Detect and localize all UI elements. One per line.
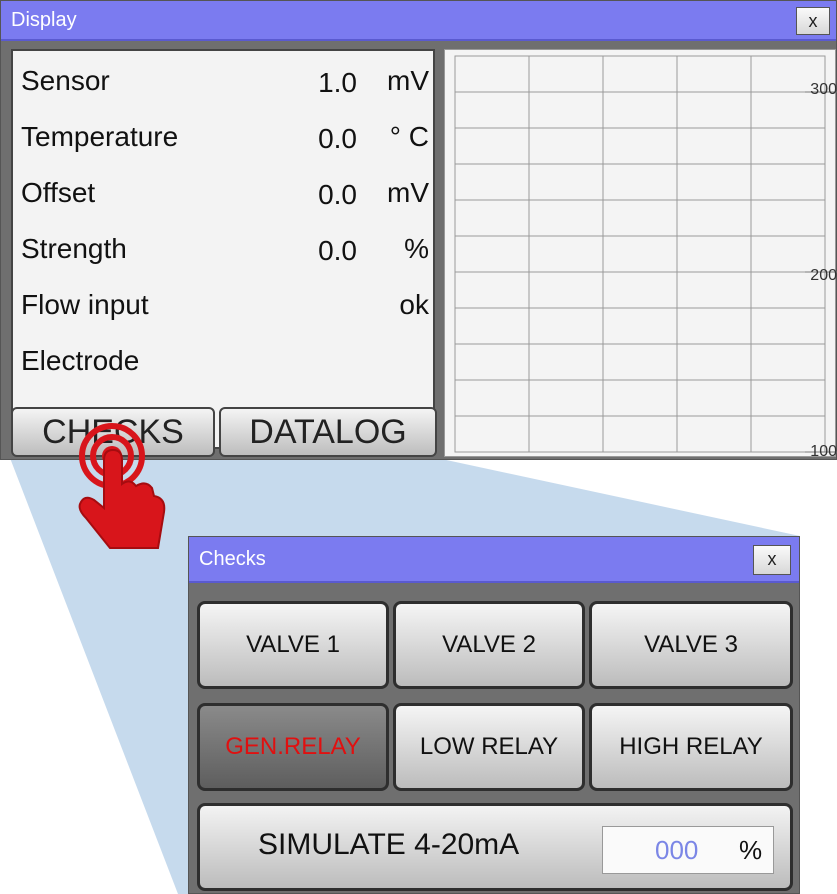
datalog-button[interactable]: DATALOG — [219, 407, 437, 457]
trend-chart-grid: 300 200 100 — [454, 55, 837, 458]
window-title: Checks — [199, 548, 266, 570]
reading-unit: % — [404, 233, 429, 264]
reading-label: Temperature — [21, 121, 179, 152]
reading-label: Offset — [21, 177, 96, 208]
reading-unit: ok — [399, 289, 429, 320]
display-titlebar: Display x — [1, 1, 836, 41]
reading-value: 0.0 — [318, 179, 357, 210]
reading-label: Flow input — [21, 289, 149, 320]
window-title: Display — [11, 9, 77, 31]
reading-label: Sensor — [21, 65, 110, 96]
valve-2-button[interactable]: VALVE 2 — [393, 601, 585, 689]
checks-window: Checks x VALVE 1 VALVE 2 VALVE 3 GEN.REL… — [188, 536, 800, 894]
gen-relay-button[interactable]: GEN.RELAY — [197, 703, 389, 791]
low-relay-button[interactable]: LOW RELAY — [393, 703, 585, 791]
reading-row: Temperature 0.0 ° C — [13, 107, 437, 163]
y-tick-label: 200 — [810, 267, 837, 284]
reading-row: Sensor 1.0 mV — [13, 51, 437, 107]
reading-value: 0.0 — [318, 123, 357, 154]
display-window: Display x Sensor 1.0 mV Temperature 0.0 … — [0, 0, 837, 460]
reading-label: Electrode — [21, 345, 140, 376]
reading-label: Strength — [21, 233, 127, 264]
reading-value: 1.0 — [318, 67, 357, 98]
y-tick-label: 100 — [810, 443, 837, 458]
close-button[interactable]: x — [796, 7, 830, 35]
reading-row: Strength 0.0 % — [13, 219, 437, 275]
trend-chart: 300 200 100 — [444, 49, 837, 458]
y-tick-label: 300 — [810, 81, 837, 98]
simulate-value-field[interactable]: 000 % — [602, 826, 774, 874]
simulate-label: SIMULATE 4-20mA — [258, 828, 520, 861]
reading-row: Flow input ok — [13, 275, 437, 331]
reading-unit: mV — [387, 65, 429, 96]
hand-tap-icon — [78, 423, 166, 549]
close-button[interactable]: x — [753, 545, 791, 575]
reading-unit: mV — [387, 177, 429, 208]
reading-value: 0.0 — [318, 235, 357, 266]
simulate-unit: % — [739, 835, 763, 865]
simulate-4-20ma-button[interactable]: SIMULATE 4-20mA 000 % — [197, 803, 793, 891]
checks-titlebar: Checks x — [189, 537, 799, 583]
valve-1-button[interactable]: VALVE 1 — [197, 601, 389, 689]
reading-row: Offset 0.0 mV — [13, 163, 437, 219]
simulate-value: 000 — [655, 835, 699, 865]
reading-row: Electrode — [13, 331, 437, 387]
readings-panel: Sensor 1.0 mV Temperature 0.0 ° C Offset… — [11, 49, 435, 449]
high-relay-button[interactable]: HIGH RELAY — [589, 703, 793, 791]
reading-unit: ° C — [389, 121, 429, 152]
valve-3-button[interactable]: VALVE 3 — [589, 601, 793, 689]
